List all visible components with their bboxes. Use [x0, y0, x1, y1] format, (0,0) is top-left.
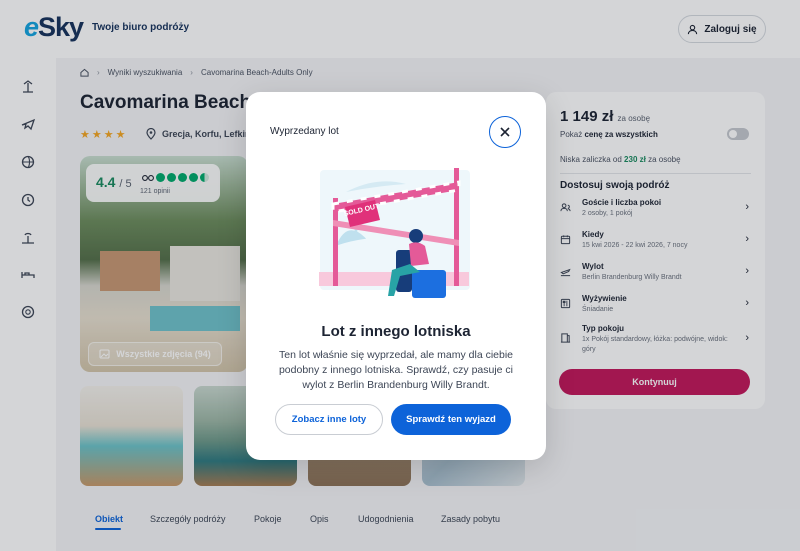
sold-out-modal: Wyprzedany lot SOLD OUT Lot z innego lot… [246, 92, 546, 460]
suitcase-icon [412, 270, 446, 298]
close-icon [500, 127, 510, 137]
modal-title: Wyprzedany lot [270, 126, 339, 137]
check-this-trip-button[interactable]: Sprawdź ten wyjazd [391, 404, 511, 435]
close-button[interactable] [489, 116, 521, 148]
see-other-flights-button[interactable]: Zobacz inne loty [275, 404, 383, 435]
traveler-head [409, 229, 423, 243]
sold-out-illustration: SOLD OUT [319, 168, 470, 298]
modal-heading: Lot z innego lotniska [321, 323, 471, 340]
modal-text: Ten lot właśnie się wyprzedał, ale mamy … [278, 349, 514, 391]
